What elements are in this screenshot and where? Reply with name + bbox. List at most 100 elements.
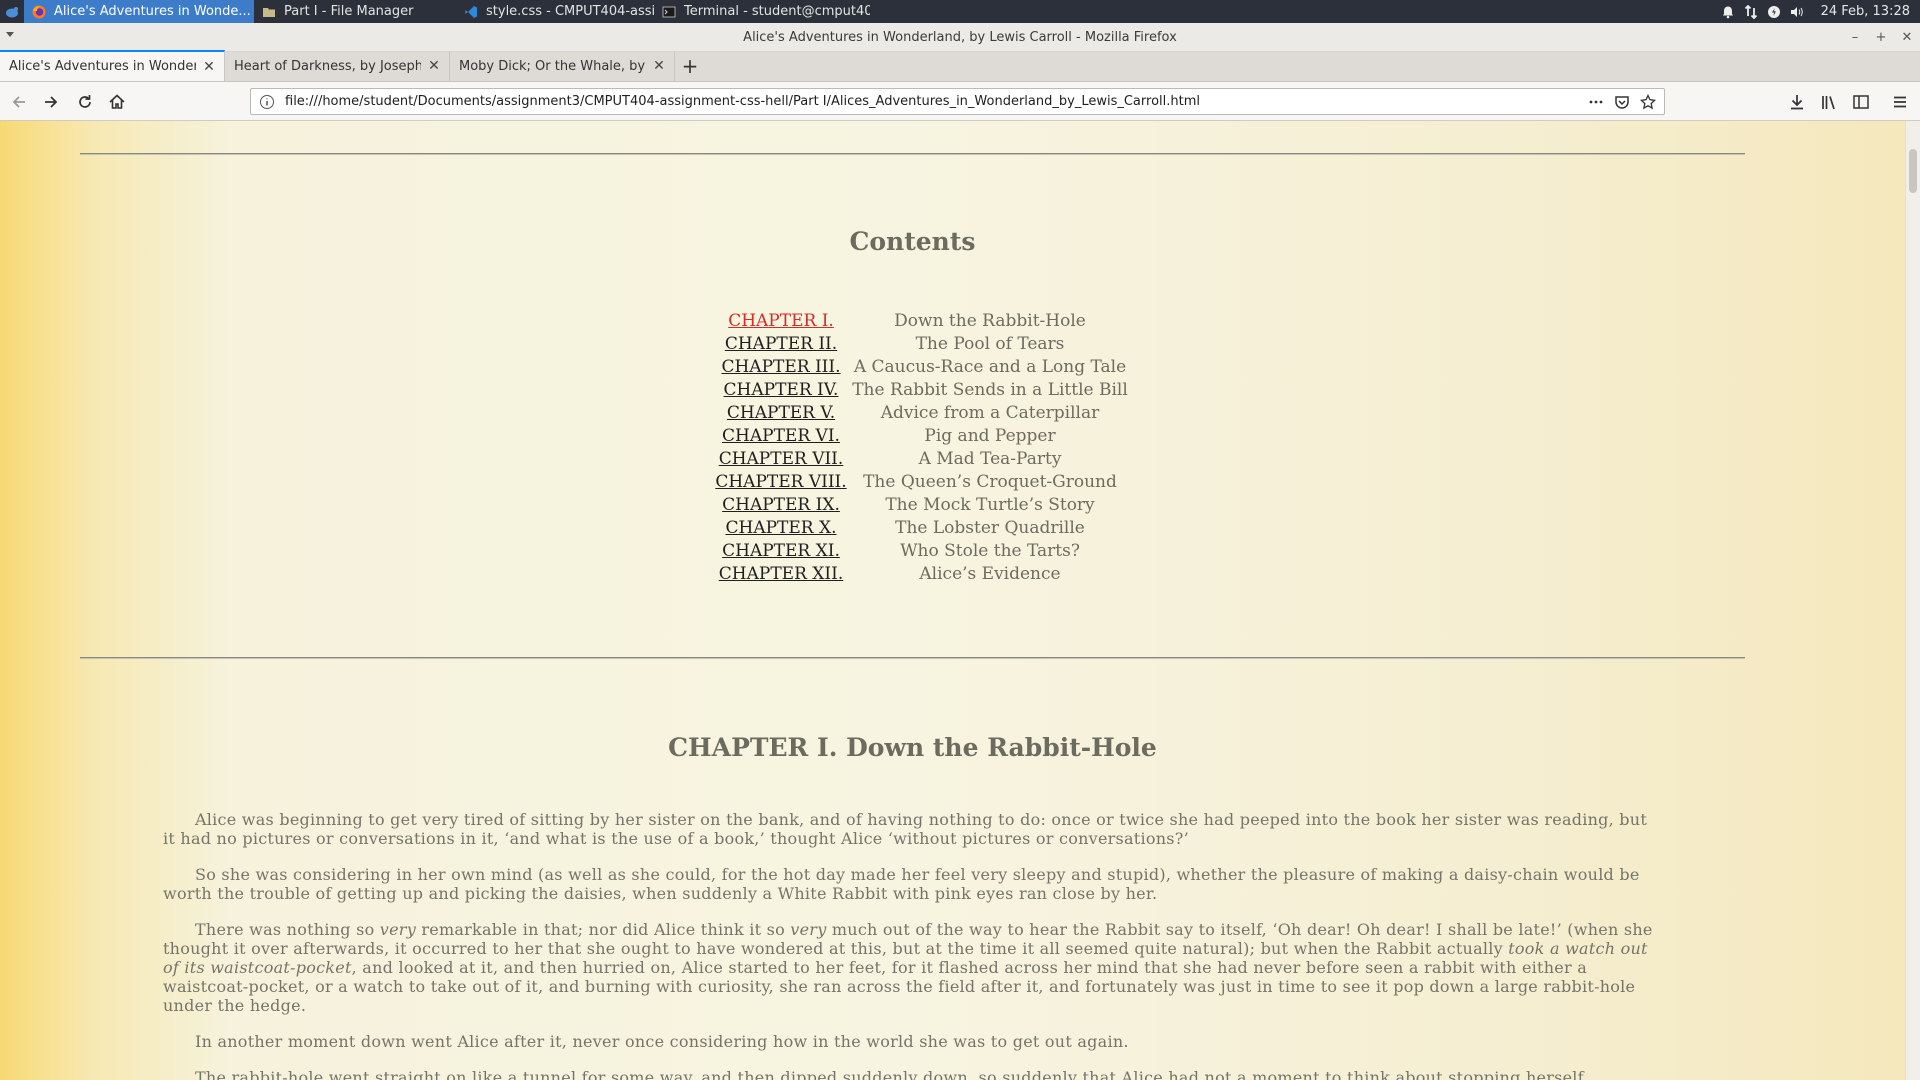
vertical-scrollbar[interactable] — [1905, 121, 1920, 1080]
app-menu-button[interactable] — [0, 0, 24, 23]
chapter-body: Alice was beginning to get very tired of… — [163, 810, 1663, 1080]
paragraph-text: So she was considering in her own mind (… — [163, 865, 1640, 903]
tab-strip: Alice's Adventures in Wonderland ✕ Heart… — [0, 50, 1920, 82]
sidebar-icon — [1853, 95, 1869, 109]
close-tab-icon[interactable]: ✕ — [427, 59, 441, 73]
toc-chapter-link[interactable]: CHAPTER IV. — [710, 380, 852, 400]
page-actions-icon[interactable] — [1588, 94, 1604, 110]
paragraph-text: remarkable in that; nor did Alice think … — [415, 920, 791, 939]
body-paragraph: The rabbit-hole went straight on like a … — [163, 1068, 1663, 1080]
close-window-button[interactable]: ✕ — [1900, 30, 1914, 45]
toc-chapter-title: A Caucus-Race and a Long Tale — [853, 356, 1127, 377]
notification-bell-icon[interactable] — [1721, 5, 1735, 19]
toc-row: CHAPTER X. The Lobster Quadrille — [710, 516, 1130, 539]
volume-icon[interactable] — [1790, 5, 1804, 19]
toc-chapter-link[interactable]: CHAPTER VII. — [710, 449, 852, 469]
window-title: Alice's Adventures in Wonderland, by Lew… — [743, 29, 1177, 45]
toc-chapter-link[interactable]: CHAPTER I. — [710, 311, 852, 331]
toc-row: CHAPTER I. Down the Rabbit-Hole — [710, 309, 1130, 332]
xfce-mouse-icon — [6, 6, 18, 17]
taskbar-task-label: Terminal - student@cmput40... — [684, 4, 870, 19]
forward-button[interactable] — [40, 91, 62, 113]
tab-alice[interactable]: Alice's Adventures in Wonderland ✕ — [0, 50, 225, 81]
library-icon — [1822, 96, 1835, 110]
vscode-icon — [464, 5, 478, 19]
toc-row: CHAPTER IV. The Rabbit Sends in a Little … — [710, 378, 1130, 401]
reload-icon — [79, 95, 91, 108]
body-paragraph: There was nothing so very remarkable in … — [163, 920, 1663, 1015]
navigation-toolbar: file:///home/student/Documents/assignmen… — [0, 82, 1920, 121]
tab-title: Alice's Adventures in Wonderland — [9, 59, 196, 74]
toc-row: CHAPTER V. Advice from a Caterpillar — [710, 401, 1130, 424]
toc-chapter-link[interactable]: CHAPTER V. — [710, 403, 852, 423]
toc-chapter-link[interactable]: CHAPTER IX. — [710, 495, 852, 515]
toc-chapter-title: The Queen’s Croquet-Ground — [863, 471, 1117, 492]
toc-chapter-title: A Mad Tea-Party — [918, 448, 1062, 469]
menu-icon — [1894, 96, 1906, 108]
contents-heading: Contents — [849, 227, 976, 256]
terminal-icon — [662, 5, 676, 19]
library-button[interactable] — [1819, 92, 1839, 112]
toc-row: CHAPTER III. A Caucus-Race and a Long Tal… — [710, 355, 1130, 378]
home-button[interactable] — [106, 91, 128, 113]
tab-heart-of-darkness[interactable]: Heart of Darkness, by Joseph Conrad ✕ — [225, 51, 450, 81]
taskbar-task-firefox[interactable]: Alice's Adventures in Wonde... — [24, 0, 254, 23]
toc-chapter-title: Who Stole the Tarts? — [900, 540, 1080, 561]
new-tab-button[interactable]: + — [675, 51, 705, 81]
menu-button[interactable] — [1890, 92, 1910, 112]
reload-button[interactable] — [74, 91, 96, 113]
tab-moby-dick[interactable]: Moby Dick; Or the Whale, by Herman ✕ — [450, 51, 675, 81]
taskbar-task-terminal[interactable]: Terminal - student@cmput40... — [654, 0, 870, 23]
toc-chapter-link[interactable]: CHAPTER X. — [710, 518, 852, 538]
pocket-icon[interactable] — [1614, 94, 1630, 110]
toc-chapter-link[interactable]: CHAPTER III. — [710, 357, 852, 377]
close-tab-icon[interactable]: ✕ — [652, 59, 666, 73]
minimize-button[interactable]: – — [1848, 30, 1862, 45]
toc-chapter-link[interactable]: CHAPTER VIII. — [710, 472, 852, 492]
paragraph-text: The rabbit-hole went straight on like a … — [195, 1068, 1584, 1080]
url-bar[interactable]: file:///home/student/Documents/assignmen… — [250, 88, 1665, 115]
body-paragraph: Alice was beginning to get very tired of… — [163, 810, 1663, 848]
toc-chapter-link[interactable]: CHAPTER XII. — [710, 564, 852, 584]
taskbar-task-editor[interactable]: style.css - CMPUT404-assign... — [456, 0, 654, 23]
toc-chapter-title: The Mock Turtle’s Story — [885, 494, 1095, 515]
scrollbar-thumb[interactable] — [1909, 149, 1917, 193]
power-icon[interactable] — [1767, 5, 1781, 19]
bookmark-star-icon[interactable] — [1640, 93, 1656, 110]
window-menu-icon[interactable] — [6, 32, 14, 37]
taskbar-task-file-manager[interactable]: Part I - File Manager — [254, 0, 456, 23]
toc-row: CHAPTER XI. Who Stole the Tarts? — [710, 539, 1130, 562]
sidebar-button[interactable] — [1851, 92, 1871, 112]
downloads-icon — [1791, 95, 1803, 110]
url-text[interactable]: file:///home/student/Documents/assignmen… — [285, 94, 1588, 109]
toc-chapter-title: The Lobster Quadrille — [895, 517, 1085, 538]
downloads-button[interactable] — [1787, 92, 1807, 112]
toc-chapter-link[interactable]: CHAPTER II. — [710, 334, 852, 354]
window-titlebar[interactable]: Alice's Adventures in Wonderland, by Lew… — [0, 23, 1920, 52]
toc-row: CHAPTER VIII. The Queen’s Croquet-Ground — [710, 470, 1130, 493]
site-info-icon[interactable] — [259, 94, 275, 110]
clock[interactable]: 24 Feb, 13:28 — [1821, 4, 1910, 19]
toc-row: CHAPTER II. The Pool of Tears — [710, 332, 1130, 355]
os-taskbar: Alice's Adventures in Wonde... Part I - … — [0, 0, 1920, 23]
close-tab-icon[interactable]: ✕ — [202, 60, 216, 74]
home-icon — [109, 94, 125, 109]
back-button[interactable] — [8, 91, 30, 113]
table-of-contents: CHAPTER I. Down the Rabbit-Hole CHAPTER II… — [710, 309, 1130, 585]
page-viewport[interactable]: Contents CHAPTER I. Down the Rabbit-Hole C… — [0, 121, 1905, 1080]
network-transfer-icon[interactable] — [1744, 4, 1758, 19]
back-arrow-icon — [12, 96, 25, 108]
tab-title: Moby Dick; Or the Whale, by Herman — [459, 58, 646, 74]
toc-row: CHAPTER XII. Alice’s Evidence — [710, 562, 1130, 585]
firefox-icon — [32, 5, 46, 19]
toc-chapter-link[interactable]: CHAPTER XI. — [710, 541, 852, 561]
paragraph-text: There was nothing so — [195, 920, 380, 939]
forward-arrow-icon — [45, 96, 58, 108]
paragraph-text: Alice was beginning to get very tired of… — [163, 810, 1648, 848]
emphasis-text: very — [379, 920, 416, 939]
maximize-button[interactable]: + — [1874, 30, 1888, 45]
toc-chapter-title: Alice’s Evidence — [919, 563, 1061, 584]
taskbar-task-label: style.css - CMPUT404-assign... — [486, 4, 654, 19]
toc-chapter-link[interactable]: CHAPTER VI. — [710, 426, 852, 446]
toc-chapter-title: Advice from a Caterpillar — [880, 402, 1100, 423]
